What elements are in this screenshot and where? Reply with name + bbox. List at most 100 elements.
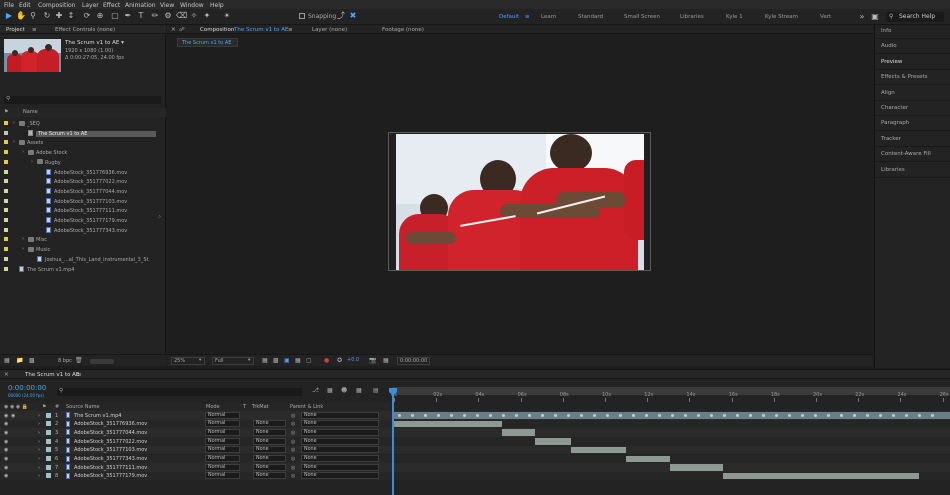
layer-label-color[interactable]: [46, 456, 51, 461]
layer-label-color[interactable]: [46, 464, 51, 470]
video-file-icon: [66, 472, 70, 479]
expand-chevron-icon[interactable]: ›: [38, 447, 40, 453]
visibility-eye-icon[interactable]: ◉: [4, 430, 8, 436]
parent-select[interactable]: None: [301, 463, 379, 471]
layer-label-color[interactable]: [46, 421, 51, 427]
layer-label-color[interactable]: [46, 429, 51, 435]
layer-label-color[interactable]: [46, 412, 51, 418]
mode-select[interactable]: Normal: [205, 420, 240, 428]
visibility-eye-icon[interactable]: ◉: [4, 465, 8, 471]
expand-chevron-icon[interactable]: ›: [38, 465, 40, 471]
layer-row[interactable]: ◉ › 4 AdobeStock_351777022.mov Normal None ◎ No…: [0, 437, 950, 446]
layer-duration-bar[interactable]: [394, 420, 502, 428]
video-file-icon: [66, 420, 70, 427]
visibility-eye-icon[interactable]: ◉: [4, 421, 8, 427]
layer-row[interactable]: ◉ › 5 AdobeStock_351777103.mov Normal None ◎ No…: [0, 445, 950, 455]
expand-chevron-icon[interactable]: ›: [38, 421, 40, 427]
layer-row[interactable]: ◉ › 8 AdobeStock_351777179.mov Normal None ◎ No…: [0, 471, 950, 481]
mode-select[interactable]: Normal: [205, 428, 240, 436]
layer-duration-bar[interactable]: [626, 455, 671, 462]
mode-select[interactable]: Normal: [205, 472, 240, 480]
visibility-eye-icon[interactable]: ◉: [4, 447, 8, 453]
trkmat-value: None: [256, 429, 269, 435]
layer-label-color[interactable]: [46, 473, 51, 479]
pick-whip-icon[interactable]: ◎: [291, 421, 295, 427]
pick-whip-icon[interactable]: ◎: [291, 456, 295, 462]
layer-row[interactable]: ◉ ◉ › 1 The Scrum v1.mp4 Normal ◎ None: [0, 411, 950, 420]
marker-icon: [684, 413, 687, 417]
layer-number: 8: [55, 473, 59, 480]
layer-row[interactable]: ◉ › 3 AdobeStock_351777044.mov Normal None ◎ No…: [0, 428, 950, 437]
layer-source-name: AdobeStock_351776936.mov: [74, 421, 148, 428]
pick-whip-icon[interactable]: ◎: [291, 413, 295, 419]
layer-duration-bar[interactable]: [670, 464, 724, 471]
trkmat-select[interactable]: None: [253, 437, 286, 445]
trkmat-select[interactable]: None: [253, 446, 286, 454]
layer-duration-bar[interactable]: [501, 429, 536, 436]
layer-label-color[interactable]: [46, 447, 51, 453]
marker-icon: [489, 413, 492, 417]
marker-icon: [463, 413, 466, 417]
mode-select[interactable]: Normal: [205, 437, 240, 445]
marker-icon: [710, 413, 713, 417]
mode-value: Normal: [208, 447, 226, 453]
parent-value: None: [304, 429, 317, 435]
layer-source-name: AdobeStock_351777103.mov: [74, 447, 148, 454]
layer-row[interactable]: ◉ › 7 AdobeStock_351777111.mov Normal None ◎ No…: [0, 463, 950, 472]
marker-icon: [814, 413, 817, 417]
layer-row[interactable]: ◉ › 2 AdobeStock_351776936.mov Normal None ◎ No…: [0, 419, 950, 429]
visibility-eye-icon[interactable]: ◉: [4, 413, 8, 419]
visibility-eye-icon[interactable]: ◉: [4, 456, 8, 462]
parent-select[interactable]: None: [301, 446, 379, 454]
layer-duration-bar[interactable]: [394, 412, 950, 419]
marker-icon: [476, 413, 479, 417]
playhead-line[interactable]: [392, 388, 394, 495]
pick-whip-icon[interactable]: ◎: [291, 439, 295, 445]
mode-select[interactable]: Normal: [205, 463, 240, 471]
marker-icon: [879, 413, 882, 417]
expand-chevron-icon[interactable]: ›: [38, 456, 40, 462]
expand-chevron-icon[interactable]: ›: [38, 430, 40, 436]
parent-value: None: [304, 412, 317, 418]
pick-whip-icon[interactable]: ◎: [291, 473, 295, 479]
mode-select[interactable]: Normal: [205, 411, 240, 419]
parent-select[interactable]: None: [301, 420, 379, 428]
layer-duration-bar[interactable]: [535, 438, 572, 445]
visibility-eye-icon[interactable]: ◉: [4, 473, 8, 479]
pick-whip-icon[interactable]: ◎: [291, 430, 295, 436]
layer-number: 4: [55, 438, 59, 445]
marker-icon: [723, 413, 726, 417]
trkmat-select[interactable]: None: [253, 463, 286, 471]
pick-whip-icon[interactable]: ◎: [291, 465, 295, 471]
parent-select[interactable]: None: [301, 437, 379, 445]
mode-value: Normal: [208, 438, 226, 444]
marker-icon: [437, 413, 440, 417]
layer-source-name: AdobeStock_351777022.mov: [74, 438, 148, 445]
trkmat-value: None: [256, 456, 269, 461]
pick-whip-icon[interactable]: ◎: [291, 447, 295, 453]
trkmat-select[interactable]: None: [253, 455, 286, 462]
trkmat-value: None: [256, 464, 269, 470]
parent-select[interactable]: None: [301, 455, 379, 462]
trkmat-select[interactable]: None: [253, 428, 286, 436]
layer-duration-bar[interactable]: [571, 446, 627, 454]
audio-icon[interactable]: ◉: [11, 413, 15, 419]
layer-label-color[interactable]: [46, 438, 51, 444]
trkmat-select[interactable]: None: [253, 420, 286, 428]
parent-select[interactable]: None: [301, 411, 379, 419]
layer-row[interactable]: ◉ › 6 AdobeStock_351777343.mov Normal None ◎ No…: [0, 454, 950, 463]
mode-select[interactable]: Normal: [205, 446, 240, 454]
marker-icon: [827, 413, 830, 417]
trkmat-select[interactable]: None: [253, 472, 286, 480]
marker-icon: [931, 413, 934, 417]
parent-select[interactable]: None: [301, 428, 379, 436]
parent-value: None: [304, 473, 317, 479]
mode-select[interactable]: Normal: [205, 455, 240, 462]
visibility-eye-icon[interactable]: ◉: [4, 439, 8, 445]
expand-chevron-icon[interactable]: ›: [38, 413, 40, 419]
layer-duration-bar[interactable]: [723, 472, 920, 480]
parent-select[interactable]: None: [301, 472, 379, 480]
expand-chevron-icon[interactable]: ›: [38, 439, 40, 445]
expand-chevron-icon[interactable]: ›: [38, 473, 40, 479]
marker-icon: [515, 413, 518, 417]
